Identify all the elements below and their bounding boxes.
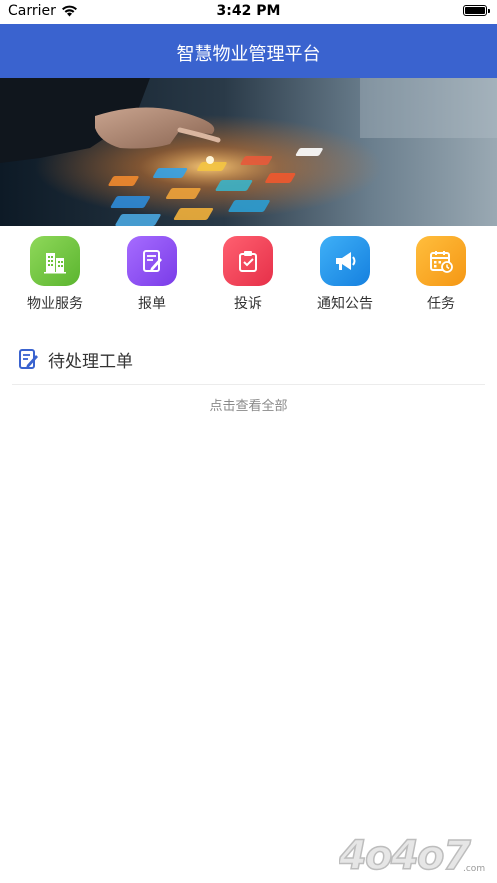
menu-label-notice: 通知公告 (317, 296, 373, 312)
battery-icon (463, 5, 490, 16)
page-title: 智慧物业管理平台 (176, 44, 321, 65)
edit-document-icon (19, 349, 38, 369)
menu-item-property-service[interactable]: 物业服务 (7, 236, 103, 313)
pending-orders-title: 待处理工单 (48, 351, 133, 372)
status-bar: Carrier 3:42 PM (0, 0, 497, 24)
quick-menu: 物业服务 报单 投诉 通知公告 任务 (0, 236, 497, 316)
svg-text:4: 4 (339, 833, 367, 875)
svg-text:.com: .com (463, 864, 485, 874)
menu-label-complaint: 投诉 (234, 296, 262, 312)
pending-orders-header: 待处理工单 (18, 344, 133, 374)
section-divider (12, 384, 485, 385)
view-all-link[interactable]: 点击查看全部 (0, 395, 497, 414)
banner-illustration (0, 78, 497, 226)
building-icon (30, 236, 80, 286)
menu-item-report[interactable]: 报单 (104, 236, 200, 313)
menu-item-notice[interactable]: 通知公告 (297, 236, 393, 313)
banner-image[interactable] (0, 78, 497, 226)
menu-label-property-service: 物业服务 (27, 296, 83, 312)
document-edit-icon (127, 236, 177, 286)
calendar-clock-icon (416, 236, 466, 286)
menu-item-complaint[interactable]: 投诉 (200, 236, 296, 313)
svg-text:o: o (417, 833, 444, 875)
complaint-icon (223, 236, 273, 286)
megaphone-icon (320, 236, 370, 286)
svg-text:4: 4 (390, 833, 419, 875)
status-time: 3:42 PM (216, 3, 281, 19)
menu-label-task: 任务 (427, 296, 455, 312)
svg-text:o: o (365, 833, 392, 875)
watermark-logo: 4 o 4 o 7 .com (339, 832, 485, 875)
menu-label-report: 报单 (138, 296, 166, 312)
menu-item-task[interactable]: 任务 (393, 236, 489, 313)
nav-bar: 智慧物业管理平台 (0, 24, 497, 78)
